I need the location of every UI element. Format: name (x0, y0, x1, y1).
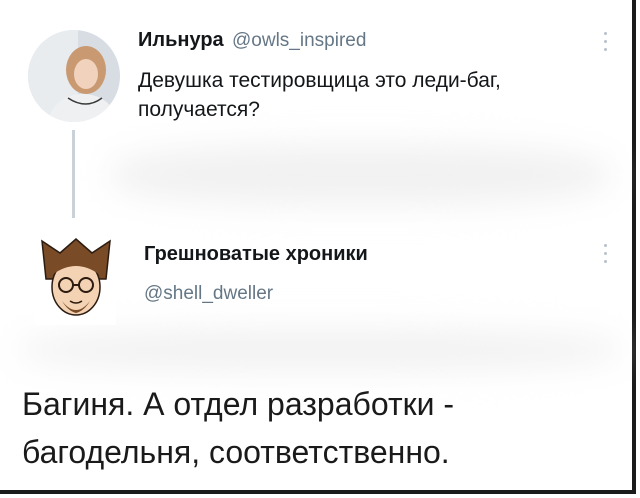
author-handle[interactable]: @owls_inspired (232, 30, 366, 52)
author-name[interactable]: Ильнура (138, 29, 224, 52)
author-handle[interactable]: @shell_dweller (144, 283, 273, 305)
tweet-text: Багиня. А отдел разработки - багодельня,… (22, 386, 455, 470)
more-options-icon[interactable] (604, 32, 608, 54)
avatar[interactable] (28, 30, 120, 122)
avatar[interactable] (36, 235, 116, 325)
more-options-icon[interactable] (604, 244, 608, 266)
cartoon-avatar-icon (36, 235, 116, 325)
tweet-text: Девушка тестировщица это леди-баг, получ… (138, 69, 501, 121)
avatar-photo-icon (28, 30, 120, 122)
thread-connector (72, 130, 75, 218)
author-name[interactable]: Грешноватые хроники (144, 243, 368, 266)
background-smudge (20, 330, 620, 370)
background-smudge (110, 145, 610, 205)
